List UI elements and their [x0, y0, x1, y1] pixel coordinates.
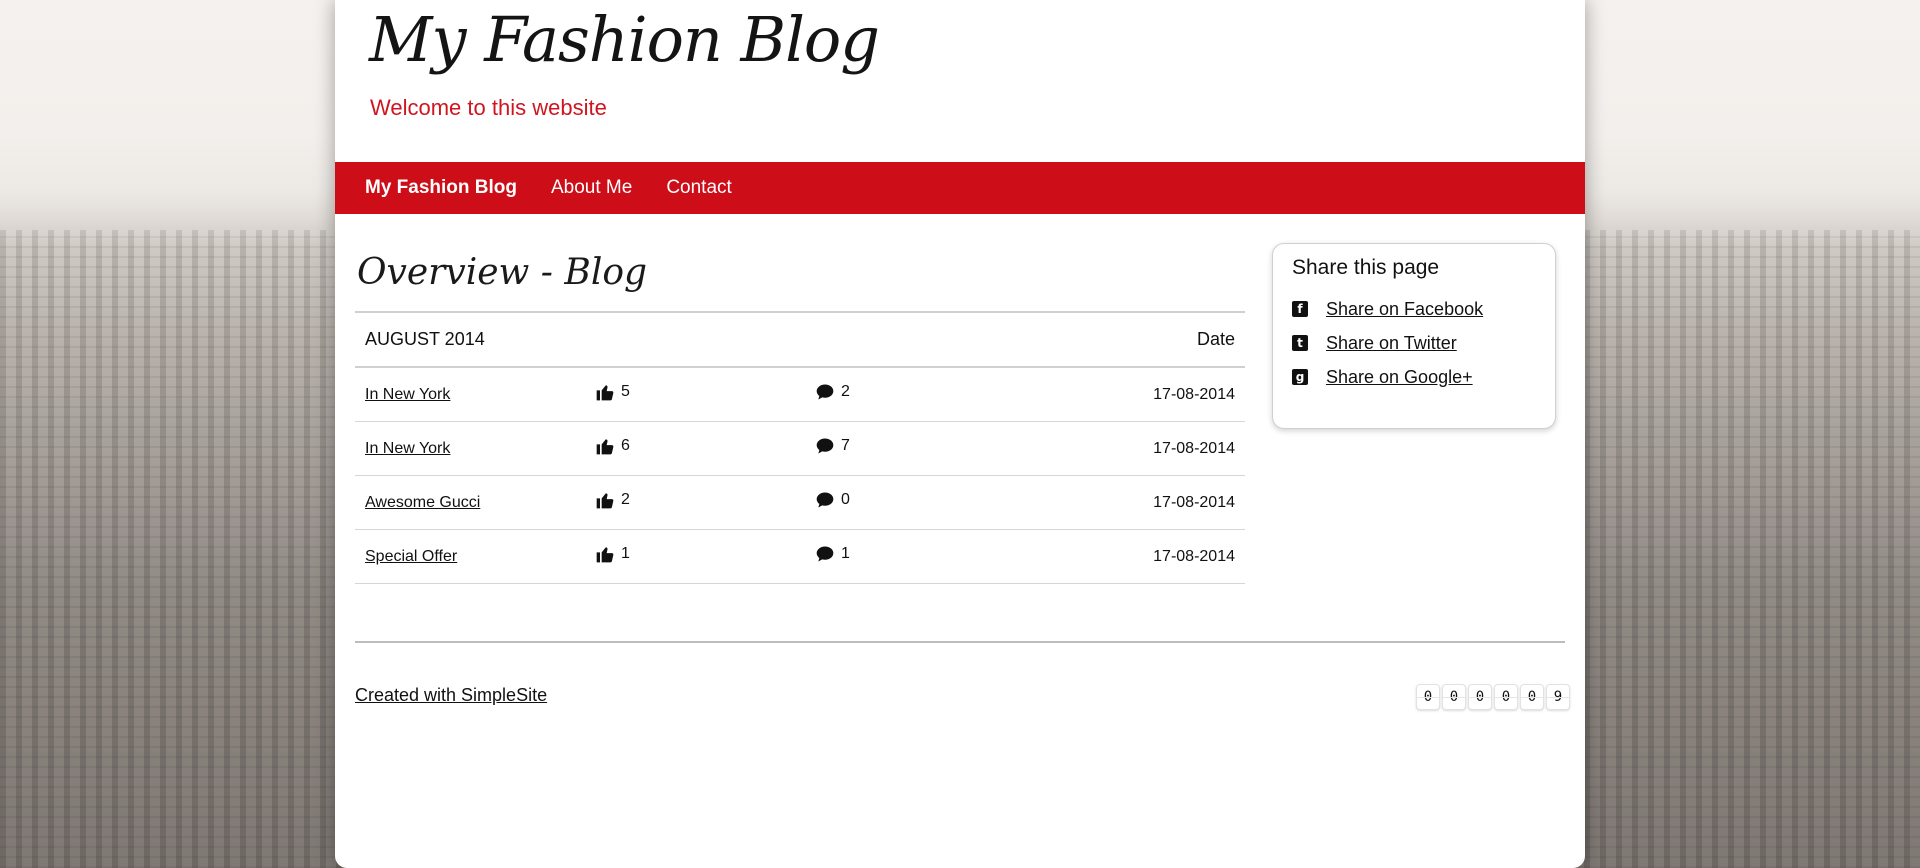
site-title: My Fashion Blog [369, 3, 880, 76]
table-row: In New York 5 2 17-08-2014 [355, 366, 1245, 422]
thumbs-up-icon [596, 385, 614, 401]
share-box: Share this page f Share on Facebook t Sh… [1272, 243, 1556, 429]
share-item-google-plus: g Share on Google+ [1292, 360, 1555, 394]
comments-count: 7 [841, 437, 850, 454]
table-row: Awesome Gucci 2 0 17-08-2014 [355, 475, 1245, 530]
likes-count: 5 [621, 383, 630, 400]
post-date: 17-08-2014 [1025, 366, 1245, 422]
main-nav: My Fashion Blog About Me Contact [335, 162, 1585, 214]
footer-divider [355, 641, 1565, 643]
share-list: f Share on Facebook t Share on Twitter g… [1292, 292, 1555, 394]
counter-digit: 9 [1546, 684, 1570, 710]
site-subtitle: Welcome to this website [370, 95, 607, 120]
blog-table: AUGUST 2014 Date In New York 5 2 17-08-2… [355, 311, 1245, 584]
created-with-link[interactable]: Created with SimpleSite [355, 685, 547, 706]
post-link[interactable]: Awesome Gucci [365, 494, 480, 511]
main-content: Overview - Blog AUGUST 2014 Date In New … [355, 240, 1245, 584]
share-facebook-link[interactable]: Share on Facebook [1326, 299, 1483, 320]
nav-item-about[interactable]: About Me [551, 177, 632, 199]
nav-item-contact[interactable]: Contact [666, 177, 731, 199]
post-date: 17-08-2014 [1025, 421, 1245, 476]
facebook-icon: f [1292, 301, 1308, 317]
date-header: Date [1025, 311, 1245, 368]
counter-digit: 0 [1494, 684, 1518, 710]
month-header: AUGUST 2014 [355, 311, 1025, 368]
comments-count: 2 [841, 383, 850, 400]
post-link[interactable]: Special Offer [365, 548, 457, 565]
likes-count: 6 [621, 437, 630, 454]
comments-count: 0 [841, 491, 850, 508]
thumbs-up-icon [596, 493, 614, 509]
share-item-twitter: t Share on Twitter [1292, 326, 1555, 360]
table-row: In New York 6 7 17-08-2014 [355, 421, 1245, 476]
thumbs-up-icon [596, 439, 614, 455]
comment-icon [816, 546, 834, 562]
counter-digit: 0 [1520, 684, 1544, 710]
share-google-plus-link[interactable]: Share on Google+ [1326, 367, 1473, 388]
likes-count: 1 [621, 545, 630, 562]
table-header-row: AUGUST 2014 Date [355, 311, 1245, 368]
visitor-counter: 0 0 0 0 0 9 [1416, 684, 1570, 710]
post-link[interactable]: In New York [365, 440, 450, 457]
comments-count: 1 [841, 545, 850, 562]
twitter-icon: t [1292, 335, 1308, 351]
share-title: Share this page [1292, 256, 1440, 279]
share-twitter-link[interactable]: Share on Twitter [1326, 333, 1457, 354]
post-link[interactable]: In New York [365, 386, 450, 403]
likes-count: 2 [621, 491, 630, 508]
page-container: My Fashion Blog Welcome to this website … [335, 0, 1585, 868]
post-date: 17-08-2014 [1025, 529, 1245, 584]
post-date: 17-08-2014 [1025, 475, 1245, 530]
nav-item-home[interactable]: My Fashion Blog [365, 177, 517, 199]
table-row: Special Offer 1 1 17-08-2014 [355, 529, 1245, 584]
counter-digit: 0 [1468, 684, 1492, 710]
counter-digit: 0 [1416, 684, 1440, 710]
google-plus-icon: g [1292, 369, 1308, 385]
page-title: Overview - Blog [357, 252, 648, 293]
comment-icon [816, 492, 834, 508]
share-item-facebook: f Share on Facebook [1292, 292, 1555, 326]
comment-icon [816, 438, 834, 454]
comment-icon [816, 384, 834, 400]
thumbs-up-icon [596, 547, 614, 563]
counter-digit: 0 [1442, 684, 1466, 710]
